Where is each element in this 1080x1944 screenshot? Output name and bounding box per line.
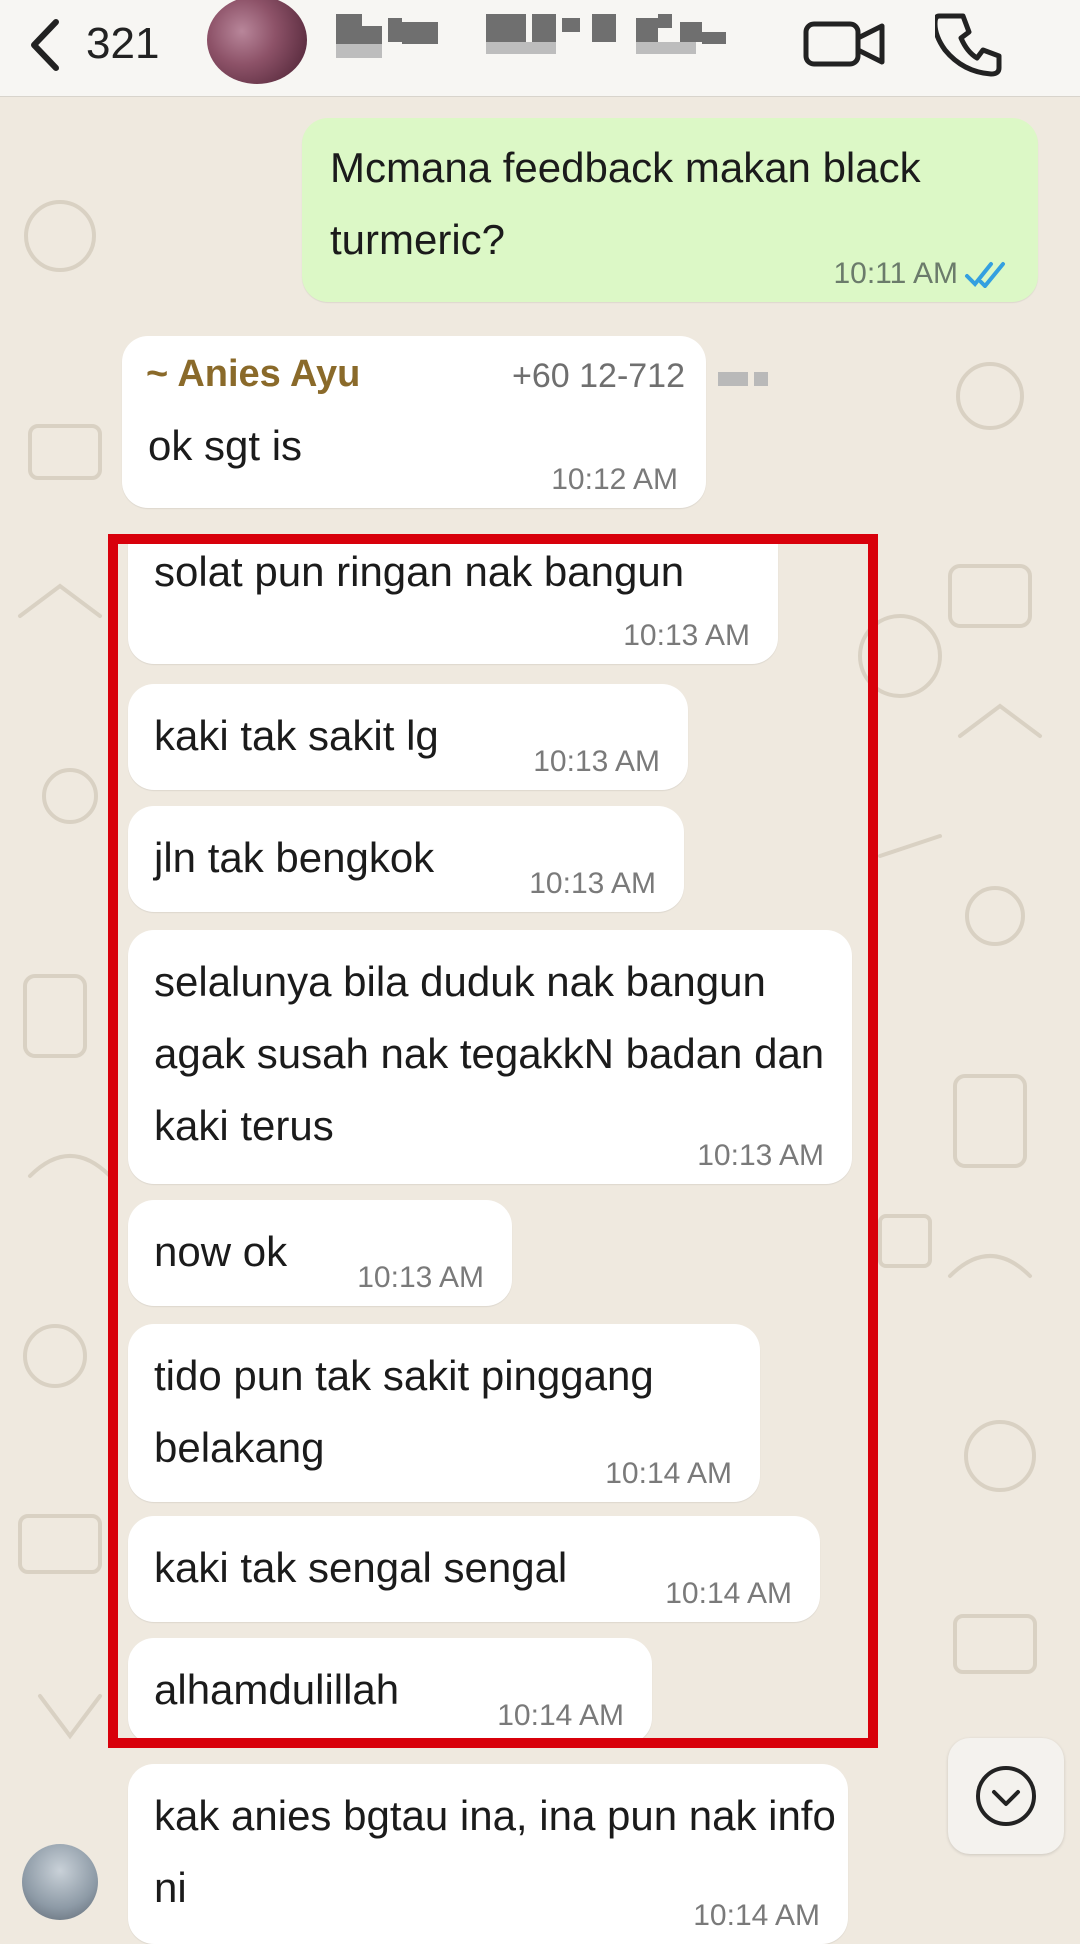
phone-icon[interactable] [935, 8, 1007, 80]
sender-phone[interactable]: +60 12-712 [512, 356, 685, 396]
chevron-left-icon[interactable] [18, 10, 78, 80]
message-bubble-outgoing[interactable]: Mcmana feedback makan black turmeric? 10… [302, 118, 1038, 302]
contact-avatar[interactable] [207, 0, 307, 84]
phone-redaction [754, 372, 768, 386]
phone-redaction [718, 372, 748, 386]
chevron-down-icon [976, 1766, 1036, 1826]
message-bubble-incoming[interactable]: ~ Anies Ayu +60 12-712 ok sgt is 10:12 A… [122, 336, 768, 508]
message-bubble-incoming[interactable]: kak anies bgtau ina, ina pun nak info ni… [128, 1764, 848, 1944]
contact-name-redacted[interactable] [336, 4, 726, 68]
video-camera-icon[interactable] [800, 12, 890, 74]
highlight-box [108, 534, 878, 1748]
read-ticks-icon [965, 262, 1005, 288]
message-text: ok sgt is [148, 422, 303, 469]
unread-count[interactable]: 321 [86, 14, 159, 74]
sender-avatar[interactable] [22, 1844, 98, 1920]
scroll-to-bottom-button[interactable] [948, 1738, 1064, 1854]
message-time: 10:11 AM [833, 257, 958, 290]
message-time: 10:12 AM [551, 463, 678, 496]
message-time: 10:14 AM [693, 1899, 820, 1932]
sender-name[interactable]: ~ Anies Ayu [146, 352, 360, 396]
chat-header: 321 [0, 0, 1080, 97]
message-text: Mcmana feedback makan black turmeric? [330, 144, 921, 263]
